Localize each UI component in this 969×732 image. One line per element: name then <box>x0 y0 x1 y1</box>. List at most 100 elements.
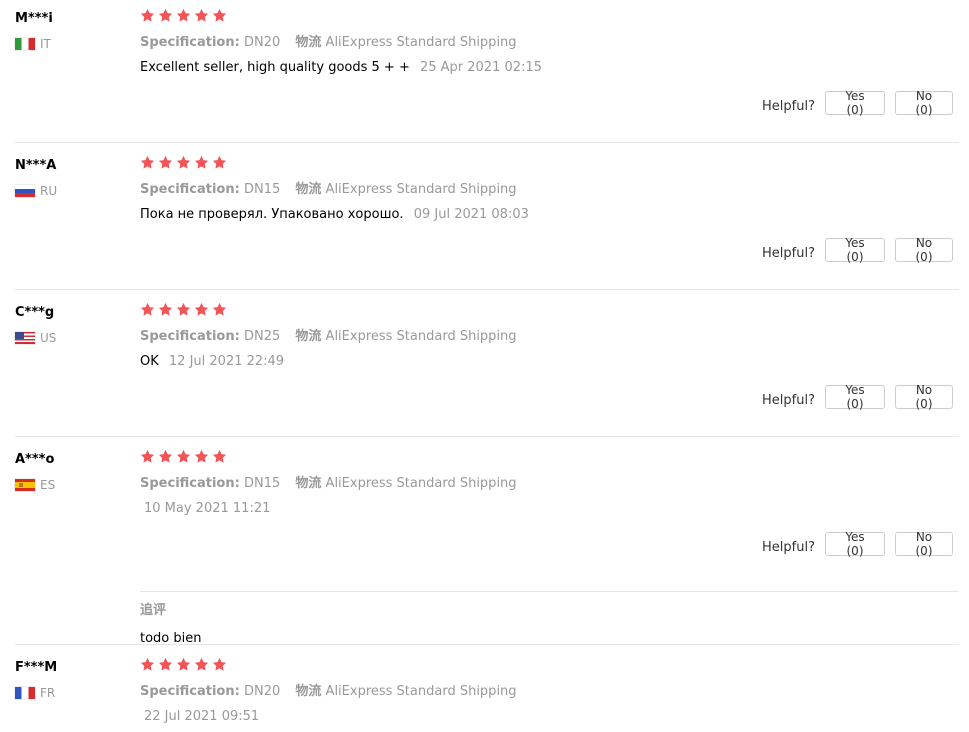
spec-value: DN15 <box>243 182 281 197</box>
spec-value: DN20 <box>243 684 281 699</box>
star-icon <box>194 657 209 671</box>
spec-label: Specification: <box>140 476 240 491</box>
reviewer-name: N***A <box>15 158 57 173</box>
reviewer-name: M***i <box>15 11 53 26</box>
shipping-label: 物流 <box>295 35 322 50</box>
helpful-label: Helpful? <box>762 539 815 555</box>
shipping-label: 物流 <box>295 329 322 344</box>
feedback-line: 22 Jul 2021 09:51 <box>140 709 259 725</box>
helpful-yes-button[interactable]: Yes (0) <box>825 383 885 411</box>
helpful-label: Helpful? <box>762 392 815 408</box>
reviewer-country: IT <box>15 37 51 51</box>
star-icon <box>212 155 227 169</box>
feedback-line: OK 12 Jul 2021 22:49 <box>140 354 284 370</box>
star-icon <box>212 302 227 316</box>
review-item: N***A RU Specification: DN15 物流 AliExpre… <box>15 155 959 290</box>
shipping-value: AliExpress Standard Shipping <box>325 35 517 50</box>
star-icon <box>140 449 155 463</box>
shipping-label: 物流 <box>295 684 322 699</box>
review-item: A***o ES Specification: DN15 物流 AliExpre… <box>15 449 959 646</box>
country-code: ES <box>40 478 56 492</box>
shipping-value: AliExpress Standard Shipping <box>325 684 517 699</box>
additional-feedback: 追评 todo bien <box>140 591 959 646</box>
spec-label: Specification: <box>140 329 240 344</box>
spec-line: Specification: DN20 物流 AliExpress Standa… <box>140 35 517 51</box>
helpful-yes-button[interactable]: Yes (0) <box>825 89 885 117</box>
spain-flag-icon <box>15 479 35 491</box>
star-icon <box>176 8 191 22</box>
star-icon <box>194 302 209 316</box>
helpful-no-button[interactable]: No (0) <box>895 383 953 411</box>
reviewer-name: A***o <box>15 452 55 467</box>
star-icon <box>176 657 191 671</box>
star-icon <box>212 449 227 463</box>
feedback-text: Excellent seller, high quality goods 5 +… <box>140 60 410 75</box>
france-flag-icon <box>15 687 35 699</box>
reviewer-country: US <box>15 331 56 345</box>
reviewer-name: C***g <box>15 305 55 320</box>
country-code: US <box>40 331 57 345</box>
feedback-date: 22 Jul 2021 09:51 <box>144 709 260 724</box>
country-code: FR <box>40 686 56 700</box>
feedback-text: Пока не проверял. Упаковано хорошо. <box>140 207 404 222</box>
helpful-label: Helpful? <box>762 245 815 261</box>
country-code: RU <box>40 184 58 198</box>
additional-feedback-text: todo bien <box>140 631 202 646</box>
feedback-text: OK <box>140 354 159 369</box>
russia-flag-icon <box>15 185 35 197</box>
reviewer-country: RU <box>15 184 57 198</box>
feedback-line: 10 May 2021 11:21 <box>140 501 270 517</box>
shipping-value: AliExpress Standard Shipping <box>325 182 517 197</box>
feedback-date: 12 Jul 2021 22:49 <box>168 354 285 369</box>
spec-value: DN25 <box>243 329 281 344</box>
helpful-yes-button[interactable]: Yes (0) <box>825 236 885 264</box>
spec-label: Specification: <box>140 35 240 50</box>
spec-label: Specification: <box>140 684 240 699</box>
star-icon <box>140 155 155 169</box>
star-icon <box>212 8 227 22</box>
spec-line: Specification: DN15 物流 AliExpress Standa… <box>140 182 517 198</box>
feedback-date: 25 Apr 2021 02:15 <box>419 60 542 75</box>
star-rating <box>140 8 227 23</box>
review-item: C***g US Specification: DN25 物流 AliExpre… <box>15 302 959 437</box>
additional-feedback-title: 追评 <box>140 603 167 618</box>
reviewer-country: FR <box>15 686 55 700</box>
star-icon <box>158 8 173 22</box>
review-item: M***i IT Specification: DN20 物流 AliExpre… <box>15 8 959 143</box>
star-icon <box>194 449 209 463</box>
shipping-value: AliExpress Standard Shipping <box>325 476 517 491</box>
shipping-label: 物流 <box>295 476 322 491</box>
feedback-line: Пока не проверял. Упаковано хорошо. 09 J… <box>140 207 529 223</box>
star-icon <box>140 8 155 22</box>
helpful-no-button[interactable]: No (0) <box>895 89 953 117</box>
spec-line: Specification: DN15 物流 AliExpress Standa… <box>140 476 517 492</box>
star-icon <box>176 449 191 463</box>
star-icon <box>212 657 227 671</box>
spec-line: Specification: DN20 物流 AliExpress Standa… <box>140 684 517 700</box>
helpful-no-button[interactable]: No (0) <box>895 530 953 558</box>
reviewer-country: ES <box>15 478 55 492</box>
star-icon <box>158 657 173 671</box>
review-item: F***M FR Specification: DN20 物流 AliExpre… <box>15 657 959 732</box>
star-icon <box>176 155 191 169</box>
usa-flag-icon <box>15 332 35 344</box>
helpful-yes-button[interactable]: Yes (0) <box>825 530 885 558</box>
country-code: IT <box>40 37 51 51</box>
feedback-date: 10 May 2021 11:21 <box>144 501 271 516</box>
helpful-vote: Helpful? Yes (0) No (0) <box>762 89 953 117</box>
spec-value: DN20 <box>243 35 281 50</box>
star-rating <box>140 302 227 317</box>
spec-line: Specification: DN25 物流 AliExpress Standa… <box>140 329 517 345</box>
star-icon <box>194 8 209 22</box>
star-icon <box>140 657 155 671</box>
star-icon <box>158 449 173 463</box>
helpful-vote: Helpful? Yes (0) No (0) <box>762 383 953 411</box>
helpful-vote: Helpful? Yes (0) No (0) <box>762 530 953 558</box>
star-icon <box>158 155 173 169</box>
star-rating <box>140 657 227 672</box>
shipping-value: AliExpress Standard Shipping <box>325 329 517 344</box>
helpful-no-button[interactable]: No (0) <box>895 236 953 264</box>
spec-value: DN15 <box>243 476 281 491</box>
star-icon <box>176 302 191 316</box>
spec-label: Specification: <box>140 182 240 197</box>
